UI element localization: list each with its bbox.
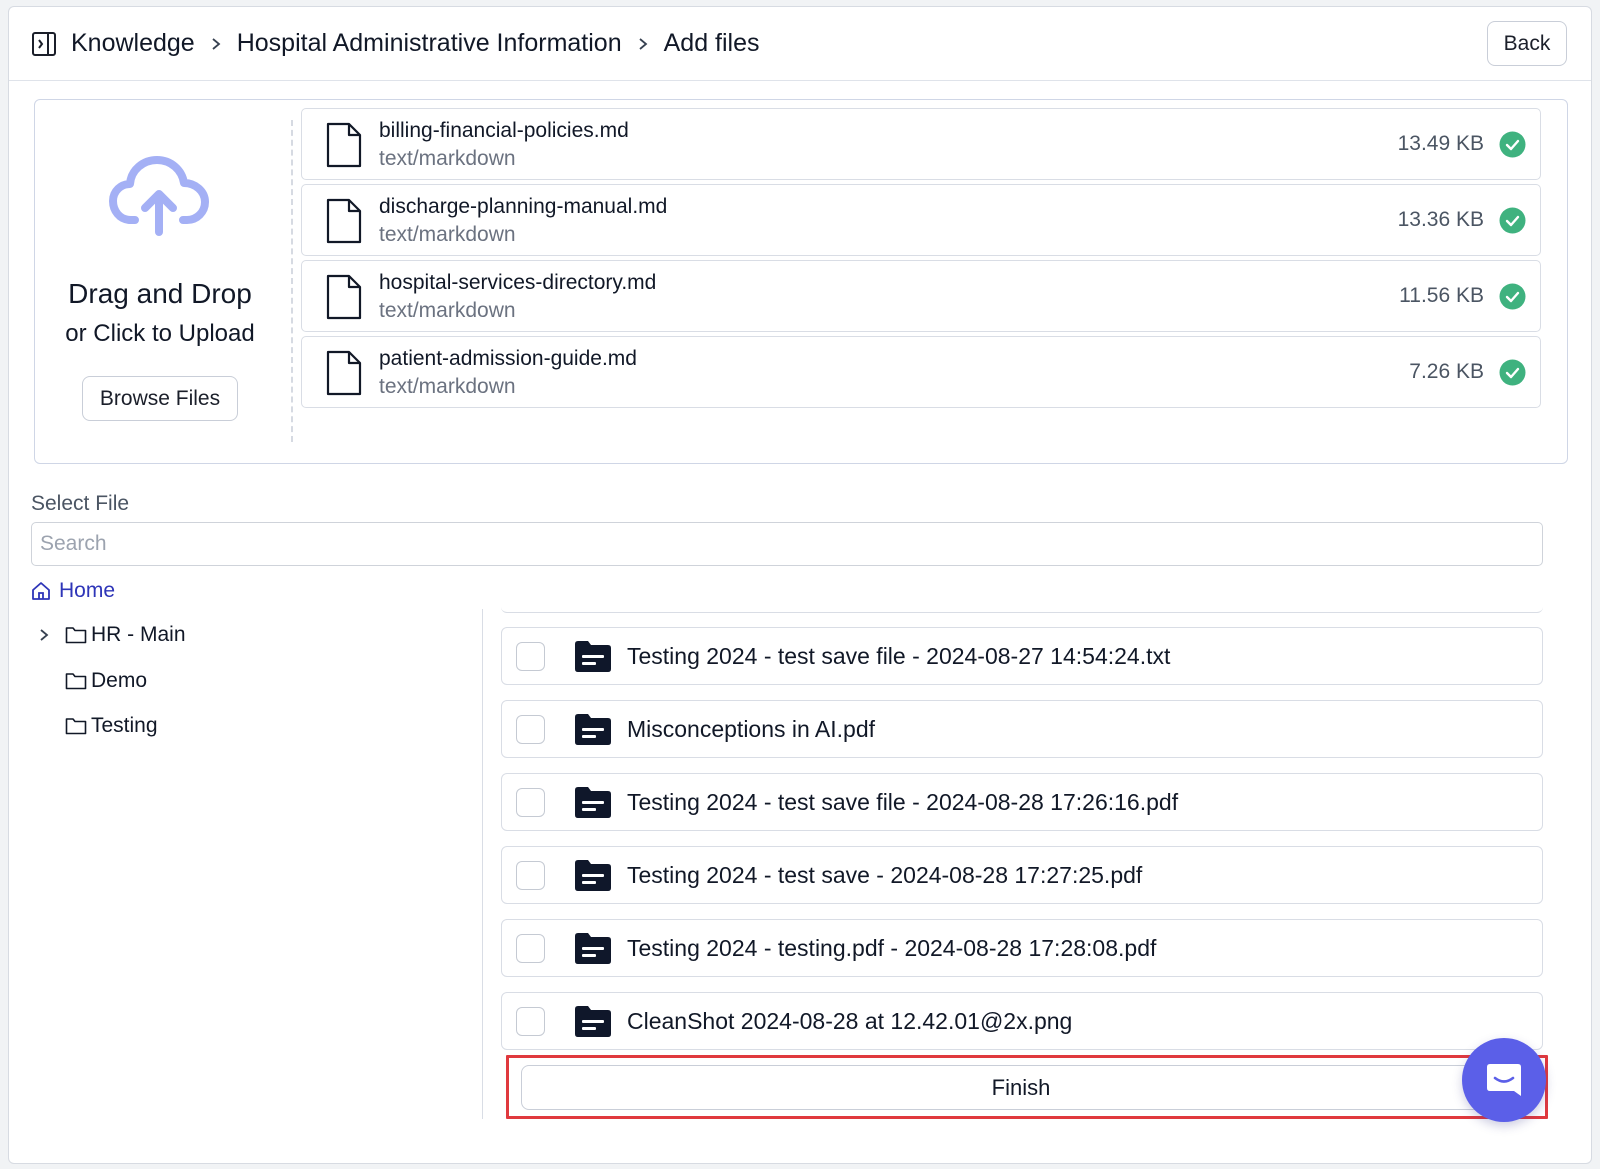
tree-item-testing[interactable]: Testing [65, 714, 158, 738]
chat-icon [1487, 1064, 1521, 1096]
check-circle-icon [1499, 359, 1526, 386]
document-list[interactable]: Testing 2024 - test save file - 2024-08-… [501, 607, 1543, 1057]
check-circle-icon [1499, 283, 1526, 310]
file-type: text/markdown [379, 147, 516, 170]
file-name: discharge-planning-manual.md [379, 195, 668, 218]
breadcrumb-knowledge[interactable]: Knowledge [71, 29, 195, 58]
file-size: 11.56 KB [1399, 284, 1484, 307]
dropzone[interactable]: Drag and Drop or Click to Upload Browse … [35, 100, 285, 463]
dropzone-title: Drag and Drop [68, 278, 252, 309]
chevron-right-icon [209, 37, 223, 51]
file-icon [326, 274, 362, 320]
tree-item-demo[interactable]: Demo [65, 669, 147, 693]
document-folder-icon [575, 860, 611, 891]
list-item[interactable]: Testing 2024 - testing.pdf - 2024-08-28 … [501, 919, 1543, 977]
row-checkbox[interactable] [516, 788, 545, 817]
document-name: Testing 2024 - testing.pdf - 2024-08-28 … [627, 935, 1157, 961]
browse-files-button[interactable]: Browse Files [82, 376, 238, 421]
list-item[interactable]: Testing 2024 - test save file - 2024-08-… [501, 627, 1543, 685]
breadcrumb-collection[interactable]: Hospital Administrative Information [237, 29, 622, 58]
home-icon [32, 582, 50, 600]
file-icon [326, 122, 362, 168]
dropzone-divider [291, 120, 293, 442]
folder-icon [65, 627, 87, 644]
document-folder-icon [575, 1006, 611, 1037]
uploaded-file-row: hospital-services-directory.md text/mark… [301, 260, 1541, 332]
row-checkbox[interactable] [516, 861, 545, 890]
uploaded-file-row: billing-financial-policies.md text/markd… [301, 108, 1541, 180]
finish-highlight-annotation [506, 1055, 1548, 1119]
breadcrumb-current: Add files [663, 29, 760, 57]
search-input[interactable] [31, 522, 1543, 566]
document-name: Testing 2024 - test save file - 2024-08-… [627, 643, 1171, 669]
document-folder-icon [575, 933, 611, 964]
chevron-right-icon [636, 37, 650, 51]
header: Knowledge Hospital Administrative Inform… [9, 7, 1591, 81]
file-type: text/markdown [379, 375, 516, 398]
row-checkbox[interactable] [516, 642, 545, 671]
tree-item-label: Testing [91, 714, 158, 737]
file-size: 13.36 KB [1397, 208, 1484, 231]
check-circle-icon [1499, 207, 1526, 234]
folder-icon [65, 718, 87, 735]
chevron-right-icon[interactable] [37, 628, 51, 642]
document-name: Misconceptions in AI.pdf [627, 716, 876, 742]
row-checkbox[interactable] [516, 715, 545, 744]
file-icon [326, 198, 362, 244]
pane-divider [482, 609, 483, 1119]
back-button[interactable]: Back [1487, 21, 1567, 66]
tree-item-label: Demo [91, 669, 148, 692]
tree-home[interactable]: Home [31, 579, 115, 603]
list-item[interactable]: CleanShot 2024-08-28 at 12.42.01@2x.png [501, 992, 1543, 1050]
file-name: billing-financial-policies.md [379, 119, 629, 142]
uploaded-file-row: discharge-planning-manual.md text/markdo… [301, 184, 1541, 256]
document-folder-icon [575, 787, 611, 818]
document-name: Testing 2024 - test save file - 2024-08-… [627, 789, 1179, 815]
upload-panel: Drag and Drop or Click to Upload Browse … [34, 99, 1568, 464]
sidebar-toggle-icon[interactable] [31, 31, 57, 57]
tree-home-label: Home [59, 579, 116, 602]
tree-item-hr-main[interactable]: HR - Main [37, 623, 186, 647]
check-circle-icon [1499, 131, 1526, 158]
app-window: Knowledge Hospital Administrative Inform… [8, 6, 1592, 1164]
uploaded-file-row: patient-admission-guide.md text/markdown… [301, 336, 1541, 408]
file-name: patient-admission-guide.md [379, 347, 637, 370]
dropzone-subtitle: or Click to Upload [65, 320, 255, 347]
list-item-partial [501, 607, 1543, 613]
file-size: 13.49 KB [1397, 132, 1484, 155]
chat-launcher[interactable] [1462, 1038, 1546, 1122]
cloud-upload-icon [109, 156, 209, 236]
file-icon [326, 350, 362, 396]
document-folder-icon [575, 714, 611, 745]
file-name: hospital-services-directory.md [379, 271, 657, 294]
uploaded-file-list: billing-financial-policies.md text/markd… [301, 108, 1541, 412]
file-type: text/markdown [379, 223, 516, 246]
row-checkbox[interactable] [516, 1007, 545, 1036]
list-item[interactable]: Testing 2024 - test save file - 2024-08-… [501, 773, 1543, 831]
row-checkbox[interactable] [516, 934, 545, 963]
list-item[interactable]: Testing 2024 - test save - 2024-08-28 17… [501, 846, 1543, 904]
document-name: CleanShot 2024-08-28 at 12.42.01@2x.png [627, 1008, 1073, 1034]
tree-item-label: HR - Main [91, 623, 186, 646]
folder-icon [65, 673, 87, 690]
list-item[interactable]: Misconceptions in AI.pdf [501, 700, 1543, 758]
document-folder-icon [575, 641, 611, 672]
file-type: text/markdown [379, 299, 516, 322]
select-file-label: Select File [31, 492, 130, 515]
file-size: 7.26 KB [1409, 360, 1484, 383]
document-name: Testing 2024 - test save - 2024-08-28 17… [627, 862, 1143, 888]
